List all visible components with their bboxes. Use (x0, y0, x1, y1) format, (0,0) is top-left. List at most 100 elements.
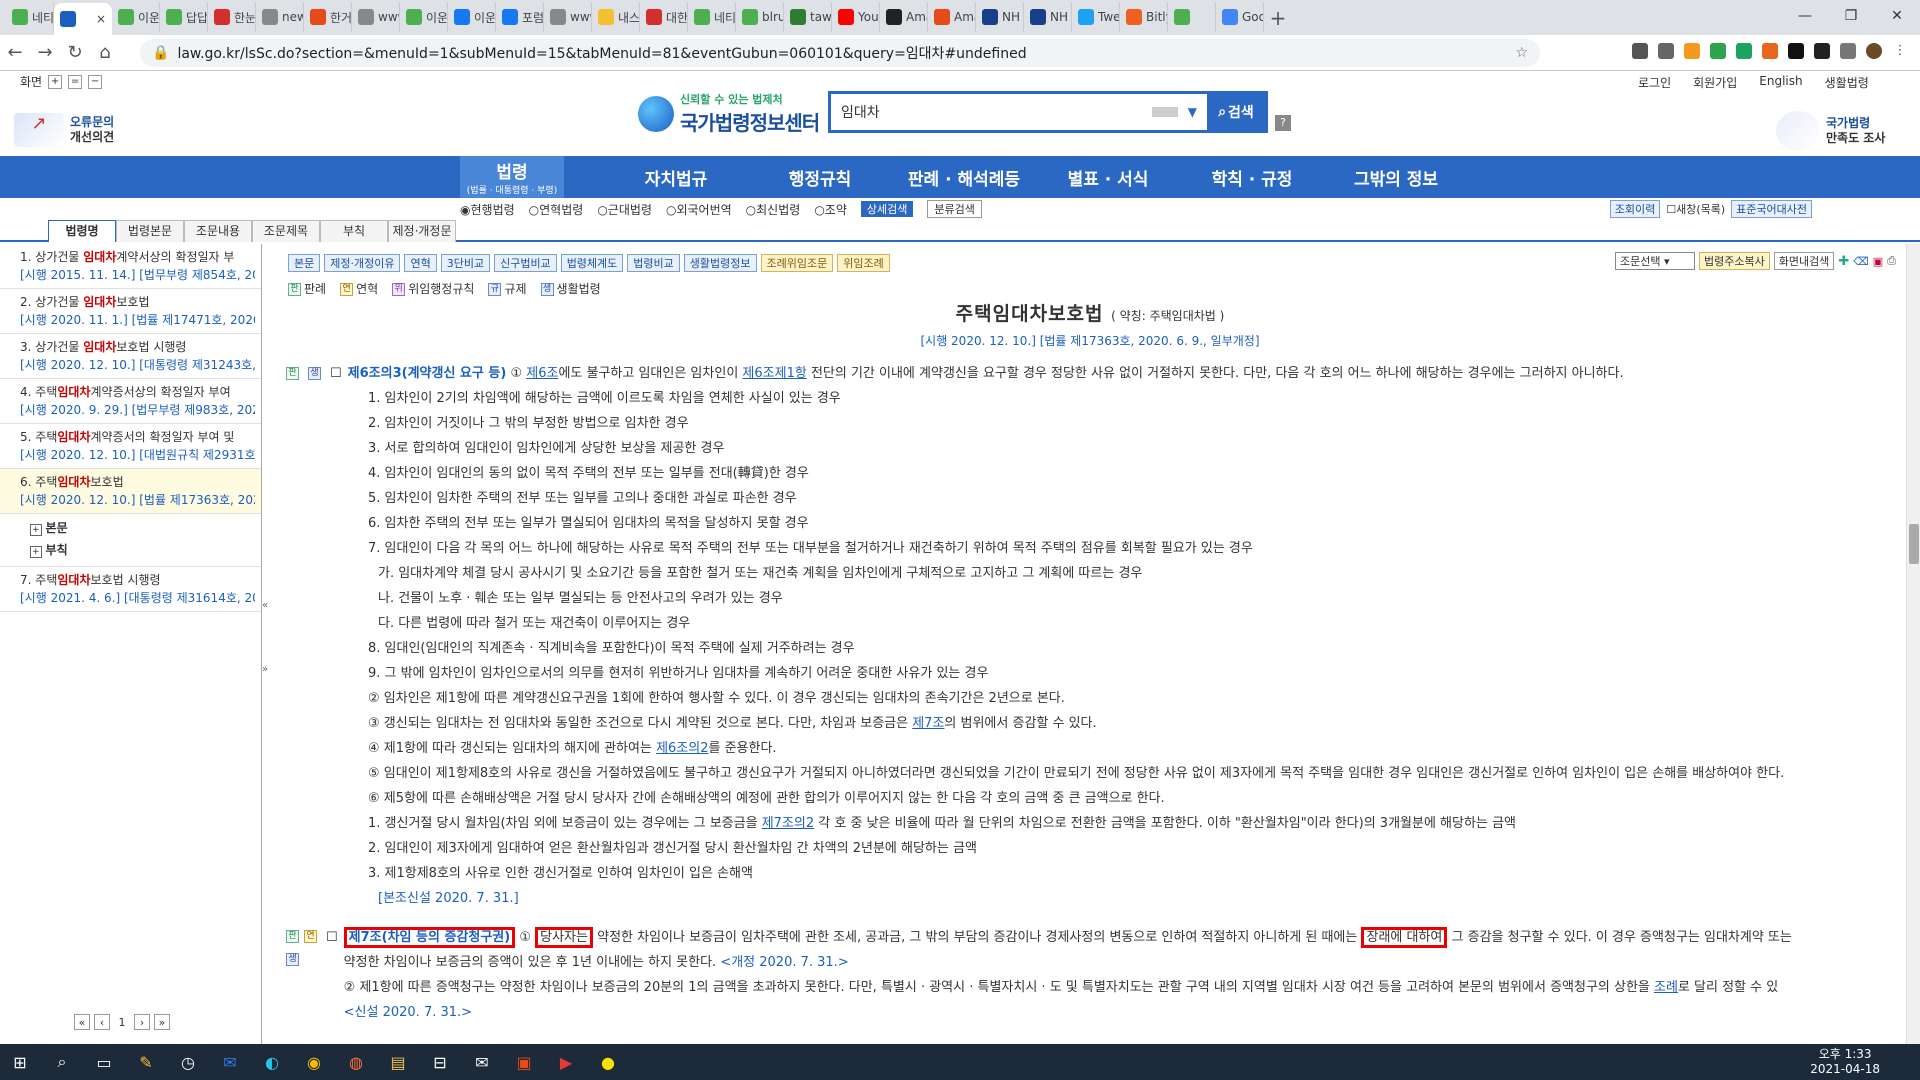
nav-school-rule[interactable]: 학칙 · 규정 (1180, 165, 1324, 190)
media-player-icon[interactable]: ▶ (552, 1048, 580, 1076)
law-link[interactable]: 제6조 (526, 366, 558, 381)
nav-appendix[interactable]: 별표 · 서식 (1036, 165, 1180, 190)
nav-other[interactable]: 그밖의 정보 (1324, 165, 1468, 190)
tab-article-content[interactable]: 조문내용 (184, 220, 252, 242)
radio-modern-law[interactable]: ○근대법령 (597, 201, 652, 218)
nav-admin-rule[interactable]: 행정규칙 (748, 165, 892, 190)
browser-tab[interactable]: 네티 (6, 2, 54, 32)
browser-tab[interactable]: 이운 (112, 2, 160, 32)
tab-supplementary[interactable]: 부칙 (320, 220, 388, 242)
util-link[interactable]: 회원가입 (1693, 74, 1737, 91)
extension-icon[interactable] (1632, 43, 1648, 59)
home-icon[interactable]: ⌂ (90, 42, 120, 63)
article-select[interactable]: 조문선택 ▾ (1614, 252, 1695, 270)
collapse-left-icon[interactable]: « (262, 600, 268, 611)
toolbar-button[interactable]: 조례위임조문 (760, 254, 834, 272)
law-link[interactable]: 제6조의2 (656, 741, 708, 756)
copy-address-button[interactable]: 법령주소복사 (1698, 252, 1770, 270)
law-link[interactable]: 제6조제1항 (742, 366, 806, 381)
edge-icon[interactable]: ◐ (258, 1048, 286, 1076)
category-search-button[interactable]: 분류검색 (927, 200, 982, 218)
browser-tab[interactable]: 이운 (448, 2, 496, 32)
zoom-in-button[interactable]: + (48, 74, 63, 89)
expand-left-icon[interactable]: » (262, 664, 268, 675)
browser-tab[interactable]: 대한 (640, 2, 688, 32)
browser-tab[interactable]: Goo (1216, 2, 1264, 32)
nav-law[interactable]: 법령 (법률 · 대통령령 · 부령) (460, 156, 564, 198)
browser-tab[interactable]: NH (976, 2, 1024, 32)
tree-node[interactable]: + 부칙 (30, 540, 261, 562)
prev-page-button[interactable]: ‹ (94, 1014, 110, 1030)
minimize-icon[interactable]: — (1782, 0, 1828, 32)
precedent-icon[interactable]: 판 (286, 930, 299, 943)
browser-tab[interactable] (1168, 2, 1216, 32)
help-button[interactable]: ? (1275, 115, 1291, 131)
download-icon[interactable] (1814, 43, 1830, 59)
browser-tab[interactable]: Bitly (1120, 2, 1168, 32)
precedent-icon[interactable]: 판 (286, 367, 299, 380)
content-scrollbar[interactable] (1906, 244, 1920, 1044)
list-item[interactable]: 5. 주택임대차계약증서의 확정일자 부여 및 [시행 2020. 12. 10.… (0, 424, 261, 469)
windows-start-icon[interactable]: ⊞ (6, 1048, 34, 1076)
tree-node[interactable]: + 본문 (30, 518, 261, 540)
search-button[interactable]: ⌕ 검색 (1207, 92, 1265, 132)
radio-treaty[interactable]: ○조약 (814, 201, 847, 218)
store-icon[interactable]: ⊟ (426, 1048, 454, 1076)
tab-law-body[interactable]: 법령본문 (116, 220, 184, 242)
search-input[interactable]: 임대차 (831, 102, 1152, 122)
bookmark-star-icon[interactable]: ☆ (1515, 45, 1528, 61)
outlook-icon[interactable]: ✉ (216, 1048, 244, 1076)
menu-icon[interactable]: ⋮ (1892, 43, 1908, 59)
search-icon[interactable]: ⌕ (48, 1048, 76, 1076)
law-link[interactable]: 제7조의2 (762, 816, 814, 831)
office-icon[interactable]: ▣ (510, 1048, 538, 1076)
zoom-out-button[interactable]: − (88, 74, 103, 89)
address-bar[interactable]: 🔒 law.go.kr/lsSc.do?section=&menuId=1&su… (140, 39, 1540, 67)
list-item[interactable]: 7. 주택임대차보호법 시행령 [시행 2021. 4. 6.] [대통령령 제3… (0, 567, 261, 612)
browser-tab[interactable]: Ama (880, 2, 928, 32)
radio-latest[interactable]: ○최신법령 (746, 201, 801, 218)
radio-history-law[interactable]: ○연혁법령 (529, 201, 584, 218)
history-button[interactable]: 조회이력 (1609, 200, 1661, 218)
browser-tab[interactable]: Ama (928, 2, 976, 32)
restore-icon[interactable]: ❐ (1828, 0, 1874, 32)
radio-current-law[interactable]: ◉현행법령 (460, 201, 515, 218)
toolbar-button[interactable]: 신구법비교 (494, 254, 557, 272)
tool-icon[interactable]: ⌫ (1853, 255, 1869, 268)
browser-tab[interactable]: new (256, 2, 304, 32)
puzzle-icon[interactable] (1840, 43, 1856, 59)
browser-tab[interactable]: Twe (1072, 2, 1120, 32)
dictionary-button[interactable]: 표준국어대사전 (1731, 200, 1812, 218)
save-icon[interactable]: ▣ (1873, 255, 1883, 268)
forward-icon[interactable]: → (30, 42, 60, 63)
avatar[interactable] (1866, 43, 1882, 59)
browser-tab[interactable]: 내스 (592, 2, 640, 32)
zoom-reset-button[interactable]: = (68, 74, 83, 89)
browser-tab[interactable]: 한거 (304, 2, 352, 32)
system-clock[interactable]: 오후 1:33 2021-04-18 (1810, 1047, 1880, 1077)
chrome-icon[interactable]: ◉ (300, 1048, 328, 1076)
task-view-icon[interactable]: ▭ (90, 1048, 118, 1076)
clock-app-icon[interactable]: ◷ (174, 1048, 202, 1076)
detail-search-button[interactable]: 상세검색 (860, 201, 914, 217)
browser-tab[interactable]: You (832, 2, 880, 32)
error-feedback-link[interactable]: ↗ 오류문의 개선의견 (14, 113, 114, 147)
scrollbar-thumb[interactable] (1909, 524, 1919, 564)
close-window-icon[interactable]: ✕ (1874, 0, 1920, 32)
toolbar-button[interactable]: 법령체계도 (560, 254, 624, 272)
nav-local-law[interactable]: 자치법규 (604, 165, 748, 190)
site-logo[interactable]: 신뢰할 수 있는 법제처 국가법령정보센터 (638, 91, 820, 136)
tab-law-name[interactable]: 법령명 (48, 220, 116, 242)
keyboard-icon[interactable] (1151, 107, 1178, 117)
close-tab-icon[interactable]: × (96, 12, 106, 26)
chevron-down-icon[interactable]: ▼ (1188, 105, 1197, 119)
browser-tab[interactable]: 이운 (400, 2, 448, 32)
browser-tab[interactable]: www (544, 2, 592, 32)
extension-icon[interactable] (1658, 43, 1674, 59)
browser-tab[interactable]: 답답 (160, 2, 208, 32)
life-law-icon[interactable]: 생 (286, 953, 299, 966)
print-icon[interactable]: ⎙ (1887, 254, 1896, 268)
toolbar-button[interactable]: 위임조례 (837, 254, 890, 272)
browser-tab[interactable]: 포럼 (496, 2, 544, 32)
browser-tab[interactable]: 한눈 (208, 2, 256, 32)
